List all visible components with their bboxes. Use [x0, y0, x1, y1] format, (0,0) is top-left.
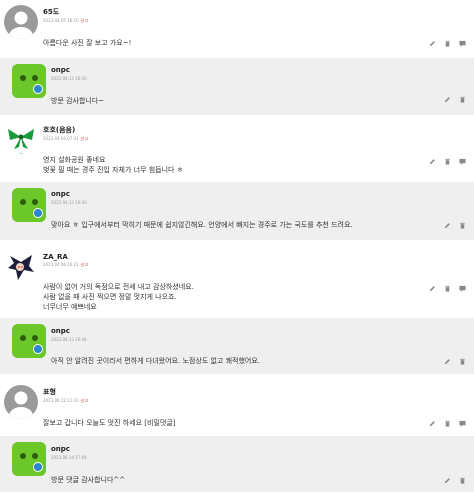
svg-text:~: ~ [19, 151, 22, 156]
avatar[interactable] [4, 385, 38, 419]
comment-date: 2023.06.12 11:33 [43, 398, 79, 403]
pencil-icon[interactable] [444, 222, 451, 229]
reply-author[interactable]: onpc [51, 445, 70, 453]
comment-author[interactable]: ZA_RA [43, 253, 68, 261]
comment: ZA_RA 2023.04.06 16:21 신고 사람이 없어 거의 독점으로 … [0, 248, 474, 318]
comment-text: 영지 설화공원 좋네요 벚꽃 필 때는 경주 진입 자체가 너무 힘듭니다 ㅎ [43, 155, 183, 175]
reply: onpc 2023.06.14 17:04 방문 댓글 감사합니다^^ [0, 436, 474, 492]
reply-actions [444, 96, 466, 103]
comment-line: 잘보고 갑니다 오늘도 멋진 하세요 [비밀댓글] [43, 419, 176, 427]
comment-icon[interactable] [459, 285, 466, 292]
reply-actions [444, 358, 466, 365]
reply-date: 2023.04.13 16:40 [51, 76, 87, 81]
trash-icon[interactable] [444, 40, 451, 47]
reply-date: 2023.04.13 16:43 [51, 200, 87, 205]
avatar[interactable] [12, 442, 46, 476]
pencil-icon[interactable] [429, 40, 436, 47]
reply-line: 맞아요 ㅎ 입구에서부터 막히기 때문에 쉽지않긴해요. 언양에서 빠지는 경주… [51, 221, 353, 229]
comment-icon[interactable] [459, 158, 466, 165]
comment-line: 사람이 없어 거의 독점으로 전세 내고 감상하셨네요. [43, 283, 194, 291]
comment-line: 벚꽃 필 때는 경주 진입 자체가 너무 힘듭니다 ㅎ [43, 166, 184, 174]
comment-date: 2023.04.06 16:21 [43, 262, 79, 267]
trash-icon[interactable] [459, 477, 466, 484]
comment: ~ 호호(음음) 2023.04.04 07:41 신고 영지 설화공원 좋네요 … [0, 120, 474, 182]
comment: 65도 2023.04.05 16:10 신고 아름다운 사진 잘 보고 가요~! [0, 0, 474, 58]
pencil-icon[interactable] [444, 358, 451, 365]
pencil-icon[interactable] [429, 420, 436, 427]
reply-author[interactable]: onpc [51, 66, 70, 74]
reply-text: 아직 안 알려진 곳이라서 편하게 다녀왔어요. 노점상도 없고 쾌적했어요. [51, 356, 260, 366]
comment-line: 너무너무 예쁘네요 [43, 303, 97, 311]
report-link[interactable]: 신고 [81, 18, 88, 23]
comment-line: 영지 설화공원 좋네요 [43, 156, 106, 164]
report-link[interactable]: 신고 [81, 136, 88, 141]
reply-line: 아직 안 알려진 곳이라서 편하게 다녀왔어요. 노점상도 없고 쾌적했어요. [51, 357, 261, 365]
reply: onpc 2023.04.13 16:43 맞아요 ㅎ 입구에서부터 막히기 때… [0, 182, 474, 240]
avatar[interactable]: ~ [4, 123, 38, 157]
reply-actions [444, 477, 466, 484]
pencil-icon[interactable] [444, 477, 451, 484]
reply-date: 2023.06.14 17:04 [51, 455, 87, 460]
trash-icon[interactable] [444, 420, 451, 427]
comment: 표형 2023.06.12 11:33 신고 잘보고 갑니다 오늘도 멋진 하세요… [0, 380, 474, 436]
comment-text: 아름다운 사진 잘 보고 가요~! [43, 38, 131, 48]
comment-icon[interactable] [459, 40, 466, 47]
pencil-icon[interactable] [444, 96, 451, 103]
reply-author[interactable]: onpc [51, 190, 70, 198]
trash-icon[interactable] [444, 285, 451, 292]
reply-line: 방문 댓글 감사합니다^^ [51, 476, 126, 484]
comment-actions [429, 420, 466, 427]
comment-meta: 2023.04.05 16:10 신고 [43, 18, 88, 24]
comment-text: 사람이 없어 거의 독점으로 전세 내고 감상하셨네요. 사람 없을 때 사진 … [43, 282, 194, 312]
reply-date: 2023.04.13 16:44 [51, 337, 87, 342]
comment-line: 사람 없을 때 사진 찍으면 정말 멋지게 나오죠. [43, 293, 177, 301]
comment-author[interactable]: 호호(음음) [43, 125, 75, 135]
reply-actions [444, 222, 466, 229]
reply-text: 방문 댓글 감사합니다^^ [51, 475, 125, 485]
comment-text: 잘보고 갑니다 오늘도 멋진 하세요 [비밀댓글] [43, 418, 176, 428]
avatar[interactable] [12, 64, 46, 98]
comment-line: 아름다운 사진 잘 보고 가요~! [43, 39, 132, 47]
reply-line: 방문 감사합니다~ [51, 97, 105, 105]
pencil-icon[interactable] [429, 285, 436, 292]
comment-author[interactable]: 65도 [43, 7, 59, 17]
reply-text: 방문 감사합니다~ [51, 96, 104, 106]
avatar[interactable] [12, 188, 46, 222]
comment-author[interactable]: 표형 [43, 387, 56, 397]
comment-actions [429, 40, 466, 47]
avatar[interactable] [4, 5, 38, 39]
reply-author[interactable]: onpc [51, 327, 70, 335]
comment-date: 2023.04.04 07:41 [43, 136, 79, 141]
reply: onpc 2023.04.13 16:44 아직 안 알려진 곳이라서 편하게 … [0, 318, 474, 374]
avatar[interactable] [4, 250, 38, 284]
comment-actions [429, 158, 466, 165]
report-link[interactable]: 신고 [81, 262, 88, 267]
pencil-icon[interactable] [429, 158, 436, 165]
comment-actions [429, 285, 466, 292]
trash-icon[interactable] [459, 358, 466, 365]
comment-meta: 2023.04.04 07:41 신고 [43, 136, 88, 142]
avatar[interactable] [12, 324, 46, 358]
reply-text: 맞아요 ㅎ 입구에서부터 막히기 때문에 쉽지않긴해요. 언양에서 빠지는 경주… [51, 220, 353, 230]
comment-icon[interactable] [459, 420, 466, 427]
reply: onpc 2023.04.13 16:40 방문 감사합니다~ [0, 58, 474, 115]
trash-icon[interactable] [444, 158, 451, 165]
comment-date: 2023.04.05 16:10 [43, 18, 79, 23]
comment-meta: 2023.04.06 16:21 신고 [43, 262, 88, 268]
trash-icon[interactable] [459, 96, 466, 103]
comment-meta: 2023.06.12 11:33 신고 [43, 398, 88, 404]
report-link[interactable]: 신고 [81, 398, 88, 403]
trash-icon[interactable] [459, 222, 466, 229]
